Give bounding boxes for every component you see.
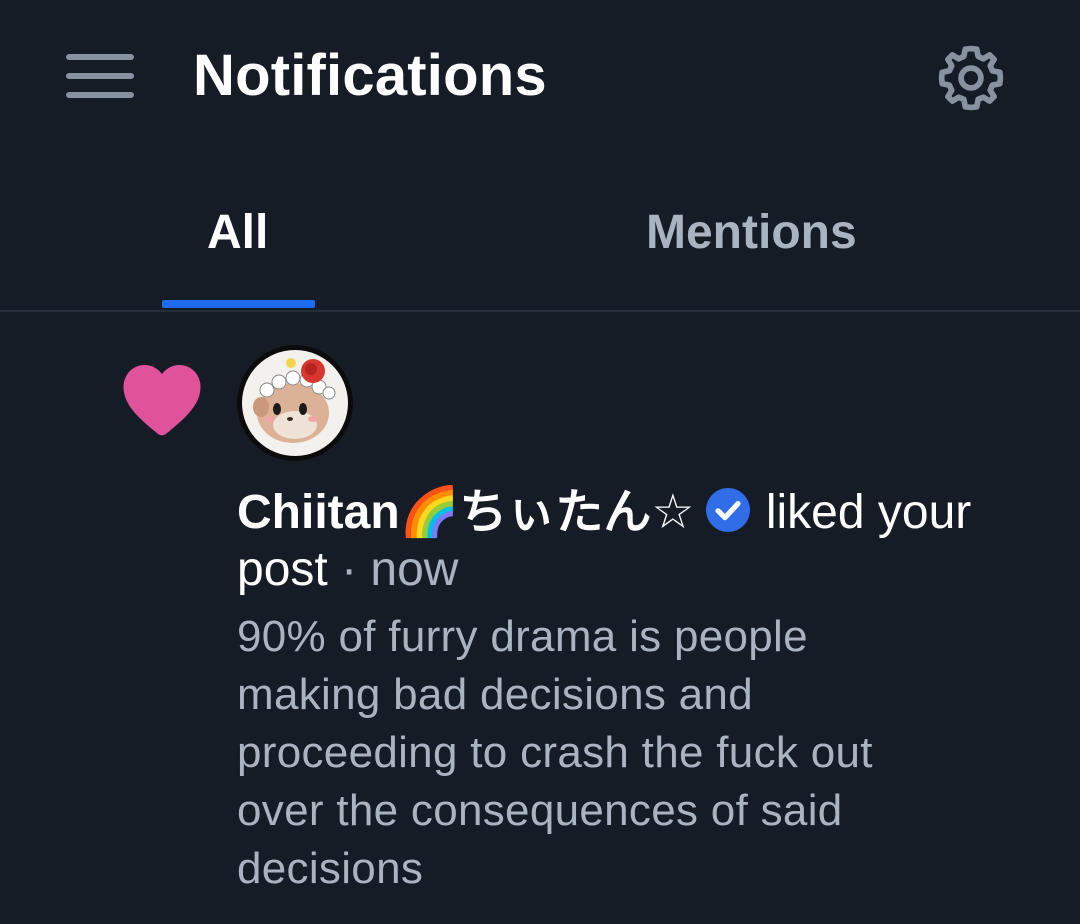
verified-check-icon xyxy=(706,488,751,532)
gear-icon xyxy=(938,45,1004,111)
top-bar: Notifications xyxy=(0,0,1080,152)
notification-text: Chiitan🌈ちぃたん☆ liked your post · now xyxy=(237,484,1037,598)
hamburger-menu-icon xyxy=(66,54,134,98)
avatar-image xyxy=(237,345,353,461)
tab-mentions[interactable]: Mentions xyxy=(478,152,1080,310)
meta-separator: · xyxy=(341,543,358,596)
avatar[interactable] xyxy=(237,345,353,461)
page-title: Notifications xyxy=(193,43,547,108)
author-name[interactable]: Chiitan🌈ちぃたん☆ xyxy=(237,486,694,539)
timestamp: now xyxy=(370,543,459,596)
tab-bar: All Mentions xyxy=(0,152,1080,312)
active-tab-indicator xyxy=(162,300,315,308)
settings-button[interactable] xyxy=(930,40,1012,116)
post-preview-text: 90% of furry drama is people making bad … xyxy=(237,612,873,893)
menu-button[interactable] xyxy=(58,44,142,108)
heart-icon xyxy=(123,365,201,436)
tab-all-label: All xyxy=(207,206,269,259)
tab-mentions-label: Mentions xyxy=(646,206,857,259)
tab-all[interactable]: All xyxy=(0,152,478,310)
